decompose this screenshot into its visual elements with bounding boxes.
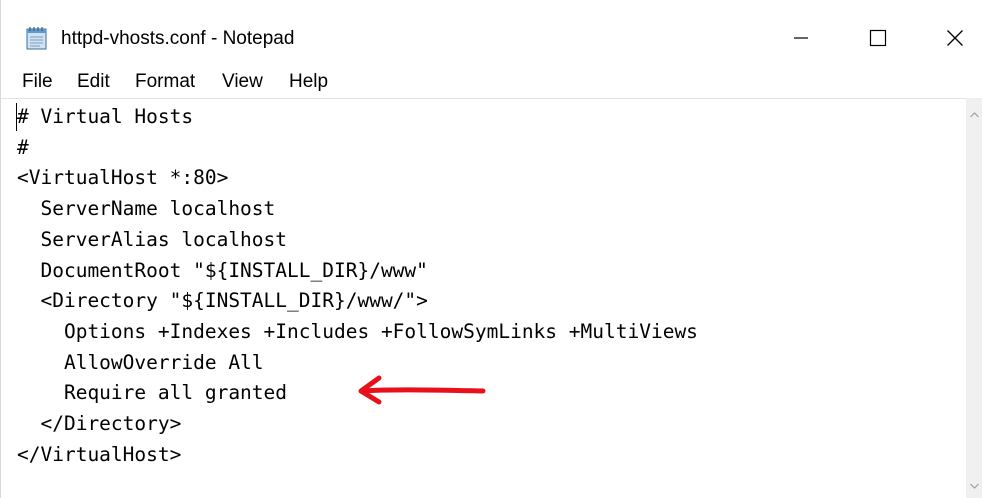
text-editor[interactable]: # Virtual Hosts # <VirtualHost *:80> Ser… bbox=[1, 98, 966, 498]
text-caret bbox=[16, 103, 17, 131]
menu-format[interactable]: Format bbox=[135, 71, 195, 93]
minimize-button[interactable] bbox=[777, 20, 825, 60]
title-bar[interactable]: httpd-vhosts.conf - Notepad bbox=[1, 0, 982, 66]
vertical-scrollbar[interactable] bbox=[966, 98, 982, 498]
scroll-up-icon[interactable] bbox=[966, 108, 982, 122]
close-button[interactable] bbox=[931, 20, 979, 60]
code-line: Options +Indexes +Includes +FollowSymLin… bbox=[17, 319, 698, 343]
red-arrow-icon bbox=[353, 372, 493, 406]
scroll-down-icon[interactable] bbox=[966, 479, 982, 493]
code-line: ServerAlias localhost bbox=[17, 227, 288, 251]
close-icon bbox=[946, 29, 964, 52]
code-line: DocumentRoot "${INSTALL_DIR}/www" bbox=[17, 258, 428, 282]
code-line: ServerName localhost bbox=[17, 197, 276, 221]
menu-view[interactable]: View bbox=[222, 71, 263, 93]
maximize-icon bbox=[869, 29, 887, 52]
window-title: httpd-vhosts.conf - Notepad bbox=[61, 28, 295, 49]
code-line: <VirtualHost *:80> bbox=[17, 166, 229, 190]
menu-bar: File Edit Format View Help bbox=[1, 66, 982, 98]
notepad-icon bbox=[26, 26, 48, 50]
code-line: # bbox=[17, 135, 29, 159]
maximize-button[interactable] bbox=[854, 20, 902, 60]
notepad-window: httpd-vhosts.conf - Notepad File Edit Fo… bbox=[0, 0, 982, 498]
code-line: Require all granted bbox=[17, 381, 288, 405]
minimize-icon bbox=[793, 30, 809, 51]
code-line: </Directory> bbox=[17, 412, 182, 436]
code-line: AllowOverride All bbox=[17, 350, 264, 374]
menu-edit[interactable]: Edit bbox=[77, 71, 110, 93]
code-line: <Directory "${INSTALL_DIR}/www/"> bbox=[17, 289, 428, 313]
code-line: # Virtual Hosts bbox=[17, 105, 194, 128]
menu-file[interactable]: File bbox=[22, 71, 53, 93]
editor-content[interactable]: # Virtual Hosts # <VirtualHost *:80> Ser… bbox=[17, 102, 698, 470]
menu-help[interactable]: Help bbox=[289, 71, 328, 93]
code-line: </VirtualHost> bbox=[17, 442, 182, 466]
